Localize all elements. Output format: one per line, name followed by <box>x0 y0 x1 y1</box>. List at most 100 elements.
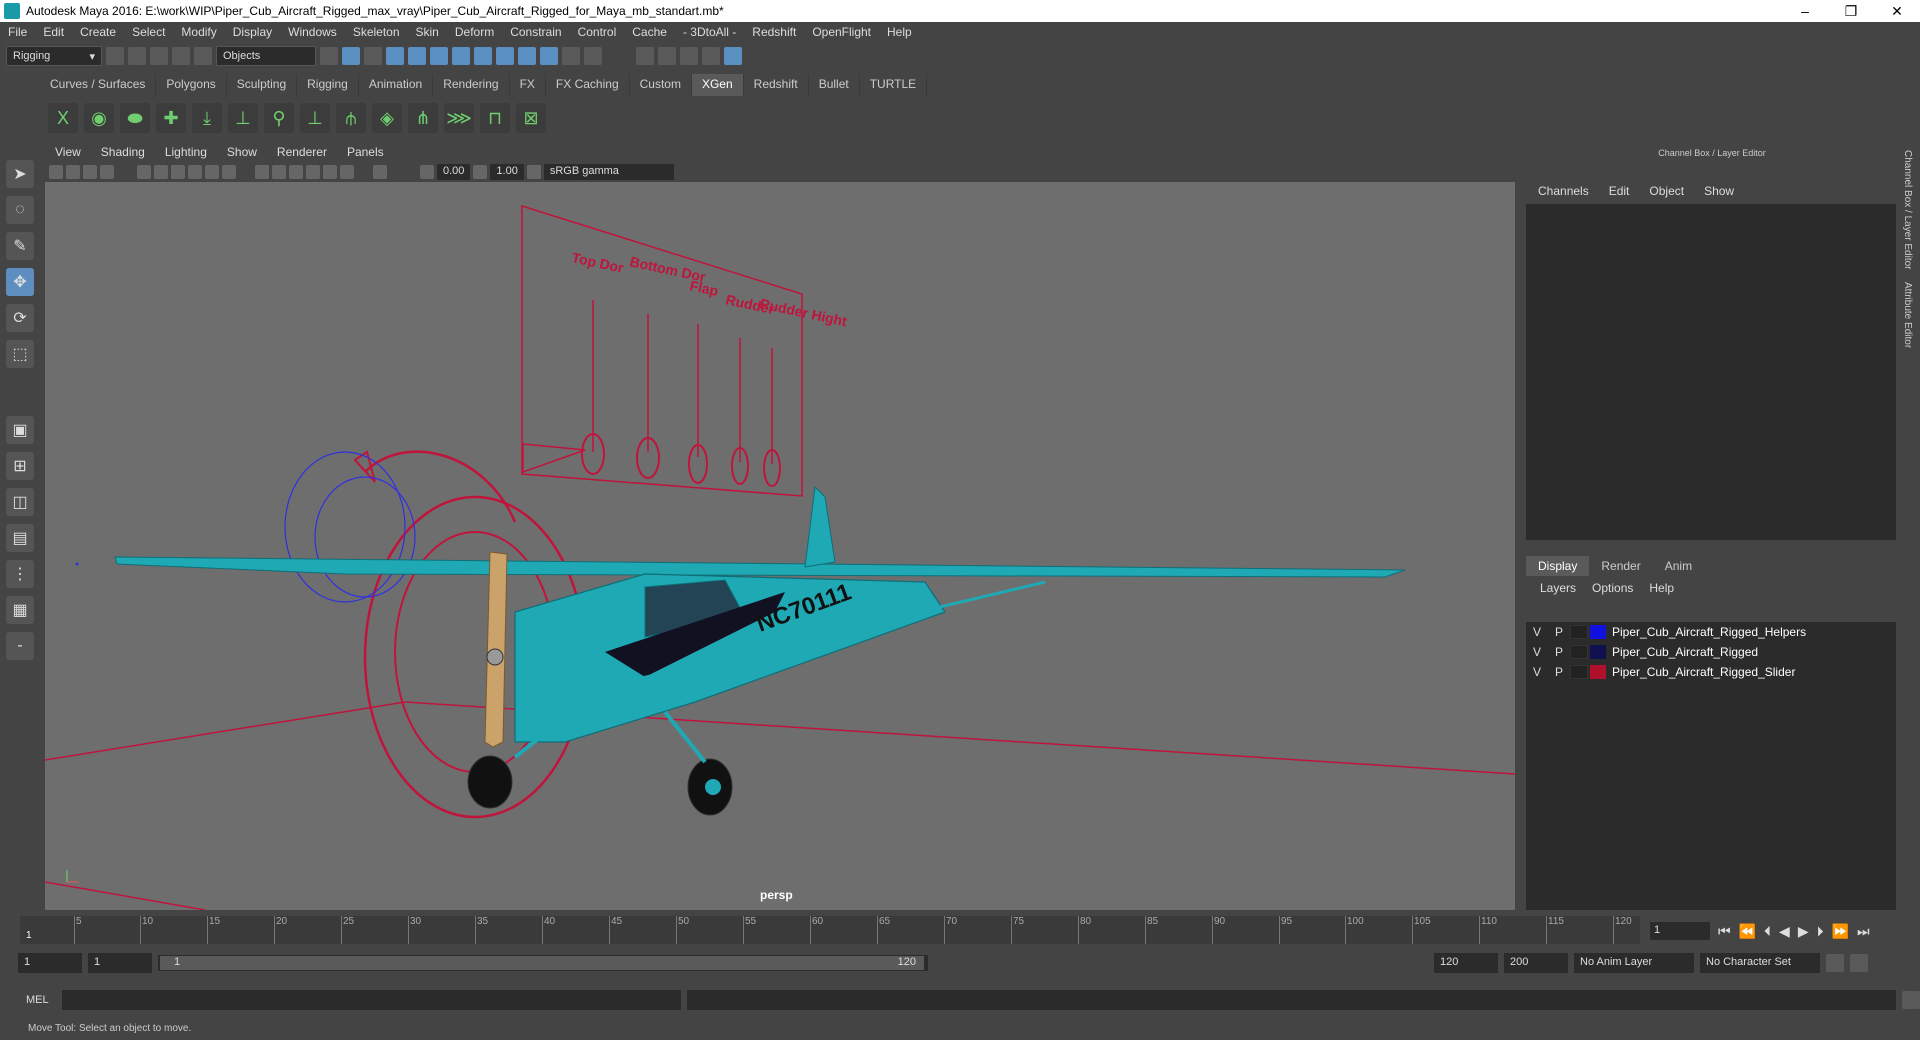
four-pane-layout-icon[interactable]: ⊞ <box>6 452 34 480</box>
menu-modify[interactable]: Modify <box>173 25 224 39</box>
shelf-tab-polygons[interactable]: Polygons <box>156 74 227 96</box>
snap-grid-icon[interactable] <box>386 47 404 65</box>
current-frame-field[interactable]: 1 <box>1650 922 1710 940</box>
vp-menu-renderer[interactable]: Renderer <box>267 144 337 162</box>
range-slider[interactable]: 1 120 <box>158 955 928 971</box>
layer-type-box[interactable] <box>1570 645 1588 659</box>
xgen-guide-insert-icon[interactable]: ⊥ <box>228 103 258 133</box>
shelf-tab-bullet[interactable]: Bullet <box>809 74 860 96</box>
shelf-tab-turtle[interactable]: TURTLE <box>860 74 928 96</box>
lock-icon[interactable] <box>562 47 580 65</box>
shelf-tab-rendering[interactable]: Rendering <box>433 74 510 96</box>
vp-menu-view[interactable]: View <box>45 144 91 162</box>
xgen-guide-toggle-icon[interactable]: ⫛ <box>336 103 366 133</box>
xgen-bake-icon[interactable]: ⋔ <box>408 103 438 133</box>
layer-color-swatch[interactable] <box>1590 645 1606 659</box>
rotate-tool-icon[interactable]: ⟳ <box>6 304 34 332</box>
shelf-tab-xgen[interactable]: XGen <box>691 74 744 96</box>
redo-icon[interactable] <box>194 47 212 65</box>
shadows-icon[interactable] <box>323 165 337 179</box>
play-forward-icon[interactable]: ▶ <box>1798 923 1809 940</box>
single-pane-layout-icon[interactable]: ▣ <box>6 416 34 444</box>
camera-attributes-icon[interactable] <box>66 165 80 179</box>
xgen-groom-icon[interactable]: ⋙ <box>444 103 474 133</box>
hypershade-icon[interactable] <box>724 47 742 65</box>
menu-redshift[interactable]: Redshift <box>744 25 804 39</box>
script-editor-icon[interactable] <box>1902 991 1920 1009</box>
shelf-tab-custom[interactable]: Custom <box>630 74 692 96</box>
snap-view-icon[interactable] <box>518 47 536 65</box>
camera-select-icon[interactable] <box>49 165 63 179</box>
anim-layer-dropdown[interactable]: No Anim Layer <box>1574 953 1694 973</box>
shelf-tab-redshift[interactable]: Redshift <box>744 74 809 96</box>
playback-start-field[interactable]: 1 <box>88 953 152 973</box>
layer-type-box[interactable] <box>1570 625 1588 639</box>
auto-key-icon[interactable] <box>1826 954 1844 972</box>
menu-constrain[interactable]: Constrain <box>502 25 569 39</box>
menu-display[interactable]: Display <box>225 25 280 39</box>
minimize-button[interactable]: – <box>1782 3 1828 20</box>
open-scene-icon[interactable] <box>128 47 146 65</box>
vp-menu-show[interactable]: Show <box>217 144 267 162</box>
xgen-guide-sculpt-icon[interactable]: ⚲ <box>264 103 294 133</box>
menu-3dtoall[interactable]: - 3DtoAll - <box>675 25 744 39</box>
shelf-tab-sculpting[interactable]: Sculpting <box>227 74 298 96</box>
menu-cache[interactable]: Cache <box>624 25 675 39</box>
xgen-curve-icon[interactable]: ⊓ <box>480 103 510 133</box>
render-view-icon[interactable] <box>636 47 654 65</box>
layer-playback-toggle[interactable]: P <box>1548 665 1570 679</box>
tab-anim[interactable]: Anim <box>1653 556 1704 576</box>
color-space-dropdown[interactable]: sRGB gamma <box>543 164 674 180</box>
gate-mask-icon[interactable] <box>188 165 202 179</box>
layer-playback-toggle[interactable]: P <box>1548 625 1570 639</box>
menu-set-dropdown[interactable]: Rigging ▾ <box>6 46 102 66</box>
layer-color-swatch[interactable] <box>1590 625 1606 639</box>
go-to-start-icon[interactable]: ⏮ <box>1718 923 1731 940</box>
field-chart-icon[interactable] <box>205 165 219 179</box>
layer-row[interactable]: V P Piper_Cub_Aircraft_Rigged_Helpers <box>1526 622 1896 642</box>
tab-display[interactable]: Display <box>1526 556 1590 576</box>
history-icon[interactable] <box>540 47 558 65</box>
cb-menu-channels[interactable]: Channels <box>1528 184 1599 198</box>
snap-plane-icon[interactable] <box>452 47 470 65</box>
new-scene-icon[interactable] <box>106 47 124 65</box>
menu-openflight[interactable]: OpenFlight <box>804 25 879 39</box>
restore-button[interactable]: ❐ <box>1828 3 1874 20</box>
character-set-dropdown[interactable]: No Character Set <box>1700 953 1820 973</box>
layer-menu-options[interactable]: Options <box>1584 581 1641 595</box>
layer-playback-toggle[interactable]: P <box>1548 645 1570 659</box>
hypershade-layout-icon[interactable]: ▦ <box>6 596 34 624</box>
xgen-description-icon[interactable]: ⬬ <box>120 103 150 133</box>
grid-toggle-icon[interactable] <box>137 165 151 179</box>
menu-file[interactable]: File <box>0 25 35 39</box>
snap-point-icon[interactable] <box>430 47 448 65</box>
xgen-guide-add-icon[interactable]: ✚ <box>156 103 186 133</box>
mel-input-field[interactable] <box>61 990 682 1010</box>
prop-rotate-arrow[interactable] <box>364 450 517 523</box>
menu-edit[interactable]: Edit <box>35 25 72 39</box>
layer-menu-layers[interactable]: Layers <box>1532 581 1584 595</box>
cb-menu-show[interactable]: Show <box>1694 184 1744 198</box>
menu-windows[interactable]: Windows <box>280 25 345 39</box>
step-forward-key-icon[interactable]: ⏩ <box>1832 923 1849 940</box>
menu-skeleton[interactable]: Skeleton <box>345 25 408 39</box>
layer-visibility-toggle[interactable]: V <box>1526 665 1548 679</box>
xgen-guide-move-icon[interactable]: ⤓ <box>192 103 222 133</box>
side-tab-channel-box[interactable]: Channel Box / Layer Editor <box>1902 144 1913 276</box>
smooth-shade-icon[interactable] <box>272 165 286 179</box>
go-to-end-icon[interactable]: ⏭ <box>1857 923 1870 940</box>
snap-curve-icon[interactable] <box>408 47 426 65</box>
safe-action-icon[interactable] <box>222 165 236 179</box>
layer-row[interactable]: V P Piper_Cub_Aircraft_Rigged_Slider <box>1526 662 1896 682</box>
side-tab-attribute-editor[interactable]: Attribute Editor <box>1902 276 1913 354</box>
paint-select-icon[interactable]: ✎ <box>6 232 34 260</box>
tab-render[interactable]: Render <box>1589 556 1652 576</box>
playback-end-field[interactable]: 120 <box>1434 953 1498 973</box>
menu-help[interactable]: Help <box>879 25 920 39</box>
lasso-tool-icon[interactable]: ◌ <box>6 196 34 224</box>
save-scene-icon[interactable] <box>150 47 168 65</box>
layer-type-box[interactable] <box>1570 665 1588 679</box>
render-current-icon[interactable] <box>658 47 676 65</box>
bookmark-icon[interactable] <box>83 165 97 179</box>
film-gate-icon[interactable] <box>154 165 168 179</box>
